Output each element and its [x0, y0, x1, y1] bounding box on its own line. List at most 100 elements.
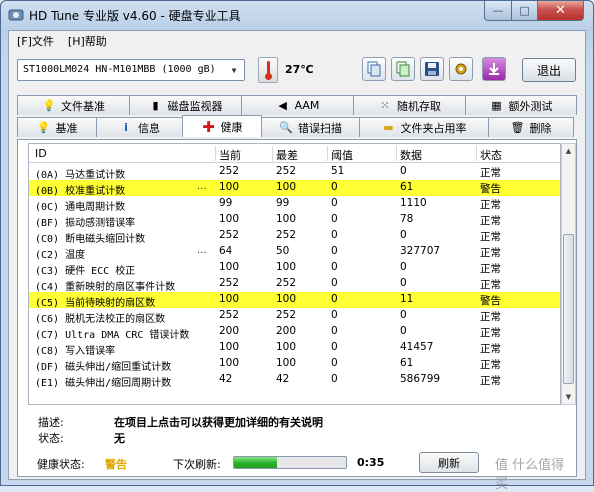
tab-disk-monitor[interactable]: ▮ 磁盘监视器	[129, 95, 242, 115]
cell-status: 警告	[480, 183, 501, 195]
copy-icon	[367, 61, 381, 77]
close-button[interactable]: ✕	[537, 1, 584, 21]
health-status-label: 健康状态:	[37, 458, 85, 471]
cell-status: 正常	[480, 279, 501, 291]
refresh-button[interactable]: 刷新	[419, 452, 479, 473]
copy-screen-button[interactable]	[391, 57, 415, 81]
bulb-icon: 💡	[36, 121, 51, 134]
refresh-progress-bar	[233, 456, 347, 469]
cell-id: (BF) 振动感测错误率	[35, 218, 136, 229]
cell-current: 100	[219, 293, 240, 305]
cell-worst: 50	[276, 245, 290, 257]
download-button[interactable]	[482, 57, 506, 81]
chevron-down-icon[interactable]: ▼	[227, 62, 241, 78]
table-row[interactable]: (E1) 磁头伸出/缩回周期计数 42 42 0 586799 正常	[29, 372, 560, 389]
table-row[interactable]: (0A) 马达重试计数 252 252 51 0 正常	[29, 164, 560, 181]
cell-status: 正常	[480, 343, 501, 355]
table-row[interactable]: (C0) 断电磁头缩回计数 252 252 0 0 正常	[29, 228, 560, 245]
table-row[interactable]: (DF) 磁头伸出/缩回重试计数 100 100 0 61 正常	[29, 356, 560, 373]
table-row[interactable]: (C5) 当前待映射的扇区数 100 100 0 11 警告	[29, 292, 560, 309]
cell-data: 0	[400, 261, 407, 273]
header-data[interactable]: 数据	[400, 147, 422, 163]
client-area: [F]文件 [H]帮助 ST1000LM024 HN-M101MBB (1000…	[8, 30, 586, 492]
cell-data: 327707	[400, 245, 441, 257]
menu-file[interactable]: [F]文件	[17, 33, 54, 49]
tabs-bottom-row: 💡 基准 i 信息 ✚ 健康 🔍 错误扫描 ▬ 文件夹占用率 🗑 删除	[17, 115, 574, 137]
cell-status: 正常	[480, 247, 501, 259]
settings-icon	[455, 63, 467, 75]
minimize-button[interactable]: —	[484, 1, 512, 21]
dots-icon: ⁙	[380, 99, 390, 112]
tab-label: AAM	[294, 99, 320, 112]
table-row[interactable]: (BF) 振动感测错误率 100 100 0 78 正常	[29, 212, 560, 229]
tab-folder-usage[interactable]: ▬ 文件夹占用率	[359, 117, 489, 137]
table-row[interactable]: (C8) 写入错误率 100 100 0 41457 正常	[29, 340, 560, 357]
cell-current: 64	[219, 245, 233, 257]
tab-health[interactable]: ✚ 健康	[182, 115, 262, 137]
copy-button[interactable]	[362, 57, 386, 81]
cell-id: (C5) 当前待映射的扇区数	[35, 298, 156, 309]
scrollbar-thumb[interactable]	[563, 234, 574, 384]
cell-status: 正常	[480, 263, 501, 275]
scroll-up-icon[interactable]: ▲	[562, 144, 575, 158]
exit-button[interactable]: 退出	[522, 58, 576, 82]
table-row[interactable]: (0B) 校准重试计数 100 100 0 61 警告...	[29, 180, 560, 197]
cell-current: 252	[219, 165, 240, 177]
cell-current: 200	[219, 325, 240, 337]
tab-benchmark[interactable]: 💡 基准	[17, 117, 97, 137]
cell-current: 252	[219, 229, 240, 241]
cell-worst: 100	[276, 181, 297, 193]
table-row[interactable]: (0C) 通电周期计数 99 99 0 1110 正常	[29, 196, 560, 213]
cell-id: (0C) 通电周期计数	[35, 202, 126, 213]
refresh-button-label: 刷新	[438, 456, 460, 470]
truncation-dots: ...	[197, 181, 207, 192]
cell-id: (DF) 磁头伸出/缩回重试计数	[35, 362, 172, 373]
table-scrollbar[interactable]: ▲ ▼	[561, 143, 576, 405]
cell-status: 正常	[480, 167, 501, 179]
table-row[interactable]: (C2) 温度 64 50 0 327707 正常...	[29, 244, 560, 261]
cell-status: 正常	[480, 311, 501, 323]
scroll-down-icon[interactable]: ▼	[562, 390, 575, 404]
tab-extra-tests[interactable]: ▦ 额外测试	[465, 95, 577, 115]
cell-threshold: 0	[331, 341, 338, 353]
tab-error-scan[interactable]: 🔍 错误扫描	[261, 117, 360, 137]
tab-file-benchmark[interactable]: 💡 文件基准	[17, 95, 130, 115]
drive-select[interactable]: ST1000LM024 HN-M101MBB (1000 gB) ▼	[17, 59, 245, 81]
cell-id: (C8) 写入错误率	[35, 346, 116, 357]
menu-help[interactable]: [H]帮助	[68, 33, 107, 49]
table-row[interactable]: (C6) 脱机无法校正的扇区数 252 252 0 0 正常	[29, 308, 560, 325]
title-bar[interactable]: HD Tune 专业版 v4.60 - 硬盘专业工具 — □ ✕	[1, 1, 593, 29]
cell-current: 252	[219, 277, 240, 289]
info-icon: i	[124, 121, 128, 134]
maximize-button[interactable]: □	[511, 1, 538, 21]
cell-threshold: 0	[331, 373, 338, 385]
save-button[interactable]	[420, 57, 444, 81]
cell-data: 586799	[400, 373, 441, 385]
table-row[interactable]: (C4) 重新映射的扇区事件计数 252 252 0 0 正常	[29, 276, 560, 293]
table-row[interactable]: (C3) 硬件 ECC 校正 100 100 0 0 正常	[29, 260, 560, 277]
drive-select-value: ST1000LM024 HN-M101MBB (1000 gB)	[23, 64, 216, 75]
tab-info[interactable]: i 信息	[96, 117, 183, 137]
cell-status: 警告	[480, 295, 501, 307]
options-button[interactable]	[449, 57, 473, 81]
tab-erase[interactable]: 🗑 删除	[488, 117, 574, 137]
tab-label: 基准	[55, 121, 78, 135]
header-current[interactable]: 当前	[219, 147, 241, 163]
header-status[interactable]: 状态	[480, 147, 502, 163]
header-id[interactable]: ID	[35, 147, 47, 160]
status-bar: 健康状态: 警告 下次刷新: 0:35 刷新 值 什么值得买	[17, 451, 577, 492]
status-value: 无	[114, 432, 125, 445]
copy-screen-icon	[396, 61, 410, 77]
toolbar: ST1000LM024 HN-M101MBB (1000 gB) ▼ 27℃ 退…	[9, 53, 585, 87]
header-threshold[interactable]: 阈值	[331, 147, 353, 163]
cell-data: 41457	[400, 341, 434, 353]
refresh-countdown: 0:35	[357, 456, 385, 469]
tab-label: 随机存取	[397, 99, 441, 113]
tab-random-access[interactable]: ⁙ 随机存取	[353, 95, 466, 115]
cell-current: 100	[219, 181, 240, 193]
tab-aam[interactable]: ◀ AAM	[241, 95, 354, 115]
cell-status: 正常	[480, 375, 501, 387]
table-row[interactable]: (C7) Ultra DMA CRC 错误计数 200 200 0 0 正常	[29, 324, 560, 341]
cell-data: 0	[400, 325, 407, 337]
header-worst[interactable]: 最差	[276, 147, 298, 163]
